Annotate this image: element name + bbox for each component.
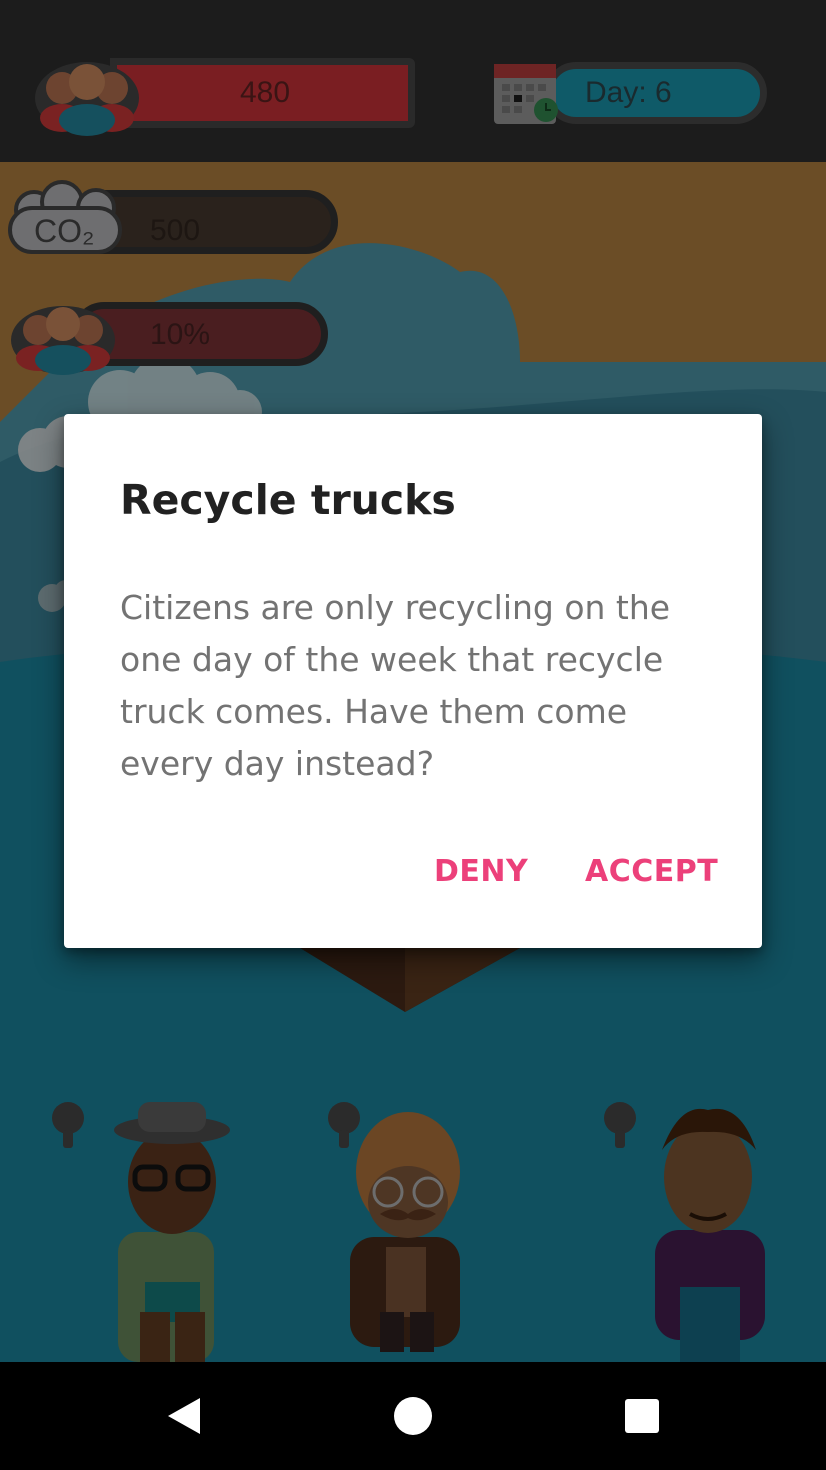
deny-button[interactable]: DENY — [434, 854, 528, 889]
dialog-title: Recycle trucks — [120, 476, 456, 524]
home-circle-icon[interactable] — [393, 1396, 433, 1436]
system-navigation-bar — [0, 1362, 826, 1470]
recents-square-icon[interactable] — [624, 1398, 660, 1434]
dialog-message: Citizens are only recycling on the one d… — [120, 588, 671, 783]
back-triangle-icon[interactable] — [164, 1396, 204, 1436]
decision-dialog: Recycle trucks Citizens are only recycli… — [64, 414, 762, 948]
game-screen: 480 Day: 6 500 CO₂ 10% Recycle trucks Ci… — [0, 0, 826, 1470]
accept-button[interactable]: ACCEPT — [585, 854, 718, 889]
